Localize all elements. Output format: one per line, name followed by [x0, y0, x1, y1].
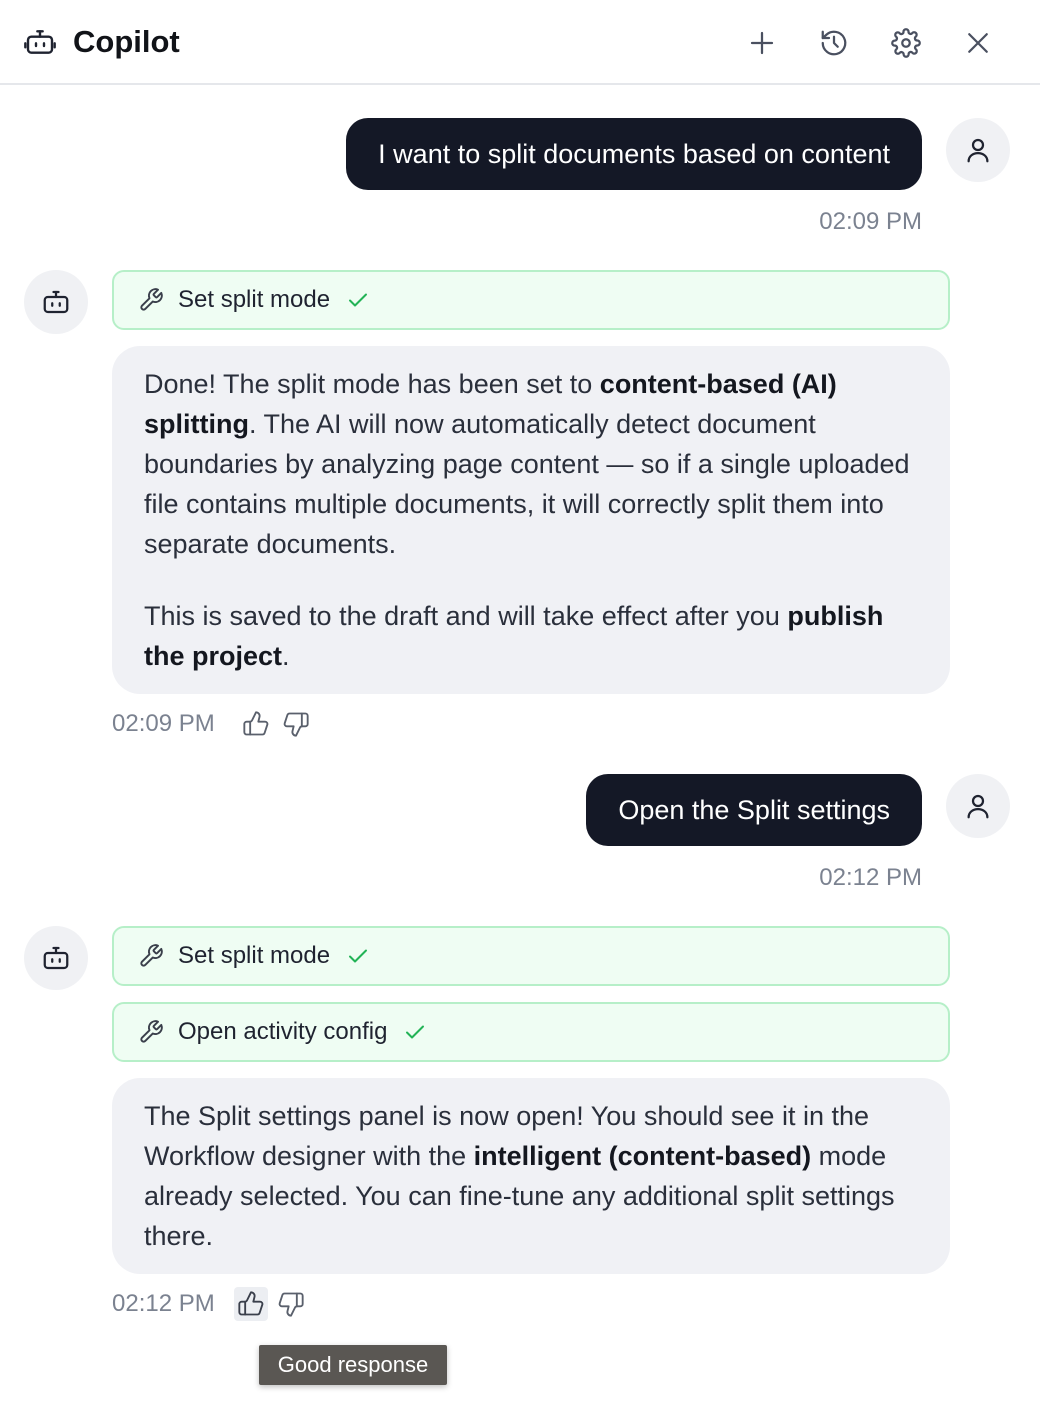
- assistant-avatar: [24, 926, 88, 990]
- robot-icon: [43, 946, 69, 970]
- thumbs-down-icon: [283, 712, 309, 737]
- message-timestamp: 02:12 PM: [819, 864, 922, 891]
- user-avatar: [946, 774, 1010, 838]
- check-icon: [406, 1025, 425, 1039]
- user-message: I want to split documents based on conte…: [346, 118, 922, 190]
- assistant-avatar: [24, 270, 88, 334]
- panel-title: Copilot: [73, 24, 180, 59]
- message-timestamp: 02:09 PM: [112, 710, 215, 737]
- tool-label: Set split mode: [178, 286, 331, 313]
- new-chat-button[interactable]: [740, 21, 784, 65]
- thumbs-up-button[interactable]: [239, 707, 273, 741]
- thumbs-up-icon: [243, 711, 269, 736]
- tool-call-open-activity-config: Open activity config: [112, 1002, 950, 1062]
- tooltip: Good response: [259, 1345, 447, 1385]
- user-icon: [967, 138, 989, 163]
- assistant-message: Done! The split mode has been set to con…: [112, 346, 950, 694]
- robot-icon: [43, 290, 69, 314]
- history-icon: [821, 30, 847, 56]
- message-paragraph: This is saved to the draft and will take…: [144, 601, 884, 671]
- thumbs-down-button[interactable]: [279, 707, 313, 741]
- history-button[interactable]: [812, 21, 856, 65]
- message-paragraph: The Split settings panel is now open! Yo…: [144, 1101, 895, 1251]
- message-timestamp: 02:12 PM: [112, 1290, 215, 1317]
- user-message: Open the Split settings: [586, 774, 922, 846]
- thumbs-down-icon: [278, 1292, 304, 1317]
- thumbs-down-button[interactable]: [274, 1287, 308, 1321]
- wrench-icon: [140, 288, 163, 311]
- tool-label: Open activity config: [178, 1018, 388, 1045]
- message-paragraph: Done! The split mode has been set to con…: [144, 369, 910, 559]
- assistant-message: The Split settings panel is now open! Yo…: [112, 1078, 950, 1274]
- user-icon: [967, 794, 989, 819]
- gear-icon: [891, 28, 921, 58]
- check-icon: [349, 293, 368, 307]
- user-avatar: [946, 118, 1010, 182]
- close-icon: [968, 33, 988, 53]
- robot-icon: [24, 30, 56, 54]
- header: Copilot: [0, 0, 1040, 85]
- settings-button[interactable]: [884, 21, 928, 65]
- message-timestamp: 02:09 PM: [819, 208, 922, 235]
- wrench-icon: [140, 944, 163, 967]
- check-icon: [349, 949, 368, 963]
- thumbs-up-icon: [238, 1291, 264, 1316]
- wrench-icon: [140, 1020, 163, 1043]
- close-button[interactable]: [956, 21, 1000, 65]
- tool-call-set-split-mode: Set split mode: [112, 270, 950, 330]
- tool-call-set-split-mode: Set split mode: [112, 926, 950, 986]
- tool-label: Set split mode: [178, 942, 331, 969]
- thumbs-up-button[interactable]: [234, 1287, 268, 1321]
- plus-icon: [750, 31, 774, 55]
